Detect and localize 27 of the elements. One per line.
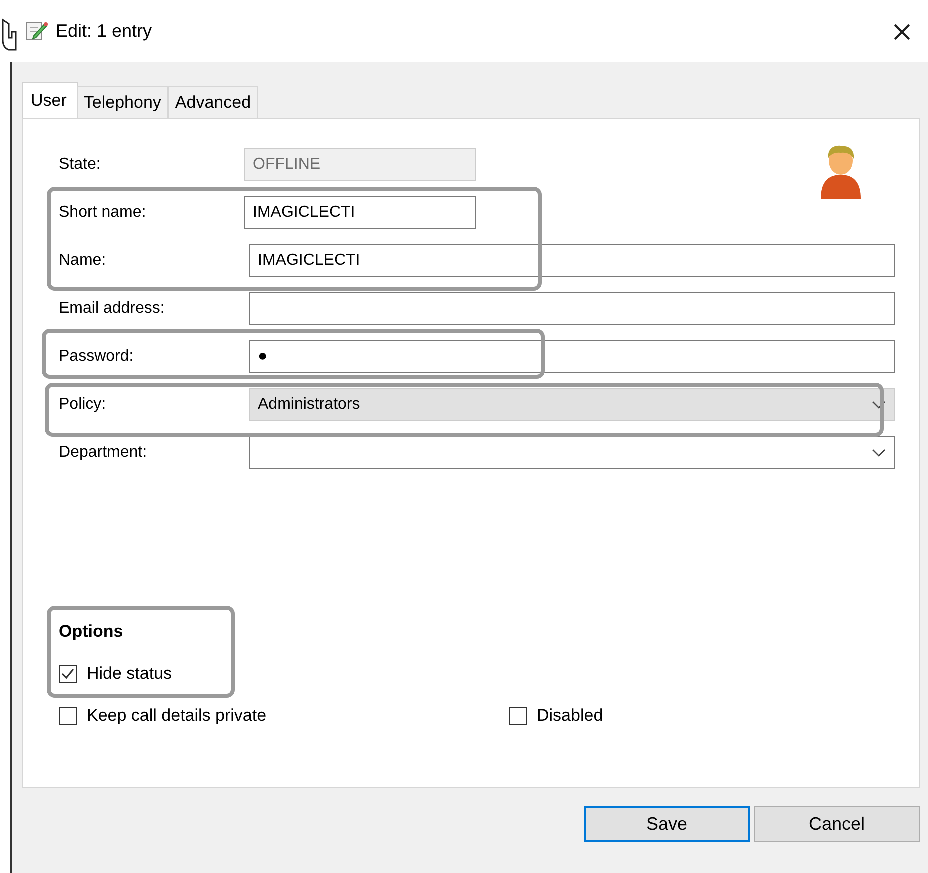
chevron-down-icon (872, 401, 886, 409)
chevron-down-icon (872, 449, 886, 457)
cancel-button[interactable]: Cancel (754, 806, 920, 842)
field-label: State: (59, 156, 102, 174)
input-field[interactable] (249, 292, 895, 325)
tab[interactable]: Telephony (76, 86, 168, 118)
input-field[interactable]: IMAGICLECTI (249, 244, 895, 277)
edit-icon (26, 20, 48, 42)
save-button[interactable]: Save (584, 806, 750, 842)
field-label: Policy: (59, 396, 108, 414)
tab[interactable]: User (22, 82, 78, 118)
field-label: Department: (59, 444, 148, 462)
checkbox[interactable]: Hide status (59, 664, 895, 684)
field-label: Short name: (59, 204, 148, 222)
section-heading: Options (59, 622, 124, 642)
field-label: Name: (59, 252, 108, 270)
input-field[interactable]: ● (249, 340, 895, 373)
user-icon (818, 143, 864, 201)
dropdown[interactable] (249, 436, 895, 469)
tab[interactable]: Advanced (168, 86, 258, 118)
input-field[interactable]: IMAGICLECTI (244, 196, 476, 229)
checkbox[interactable]: Disabled (509, 706, 895, 726)
field-label: Email address: (59, 300, 166, 318)
checkbox[interactable]: Keep call details private (59, 706, 509, 726)
field-label: Password: (59, 348, 135, 366)
close-button[interactable]: × (880, 14, 924, 48)
window-title: Edit: 1 entry (56, 20, 154, 42)
